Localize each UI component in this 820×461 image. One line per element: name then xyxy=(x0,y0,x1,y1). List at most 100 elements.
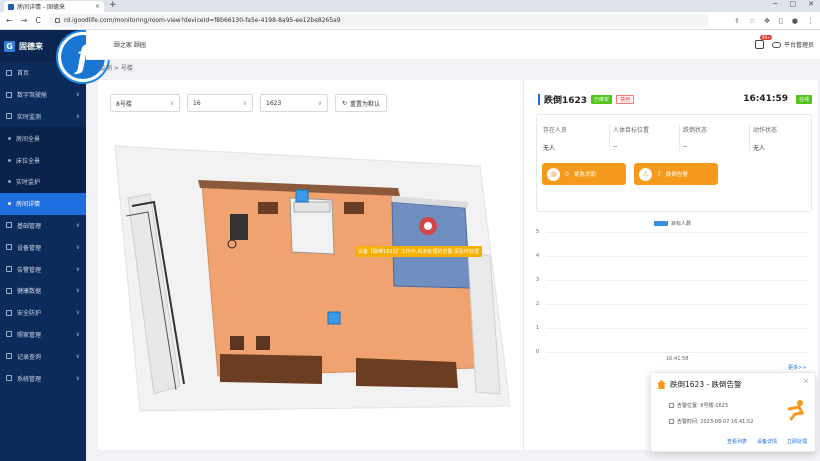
notification-icon[interactable]: 99+ xyxy=(754,35,773,49)
sidebar-item-6[interactable]: 房间详情 xyxy=(0,192,86,215)
sidebar-item-7[interactable]: 基础管理 ∨ xyxy=(0,215,86,237)
sidebar-item-11[interactable]: 安全防护 ∨ xyxy=(0,302,86,324)
more-link[interactable]: 更多>> xyxy=(788,364,806,371)
room-3d-map[interactable]: 设备【跌倒1623】工作中,有未处理的告警,请及时处理 xyxy=(110,136,515,416)
sidebar-item-13[interactable]: 记录查询 ∨ xyxy=(0,345,86,367)
home-icon xyxy=(657,380,666,389)
sidepanel-icon[interactable]: ▯ xyxy=(779,17,783,25)
popup-actions: 查看列表 设备详情 立即处理 xyxy=(727,438,807,445)
room-status-header: 跌倒1623 已绑定 禁用 16:41:59 在线 xyxy=(538,92,812,106)
user-menu[interactable]: 平台管理员 xyxy=(771,40,814,49)
extensions-icon[interactable]: ✥ xyxy=(764,17,770,25)
emergency-icon: ◍ xyxy=(547,167,560,181)
tab-close-icon[interactable]: × xyxy=(95,3,100,10)
y-tick-label: 2 xyxy=(536,301,540,307)
target-count-chart: 目标人数 5 4 3 2 1 0 16:41:58 更多>> xyxy=(536,220,812,371)
tenant-selector[interactable]: 颐之家 颐园 xyxy=(114,40,146,49)
status-header: 动作状态 xyxy=(753,127,778,134)
y-tick-label: 3 xyxy=(536,277,540,283)
emergency-label: 紧急求助 xyxy=(573,172,596,178)
alarm-location: 告警位置: 8号楼-1623 xyxy=(669,402,728,409)
alarm-time-text: 告警时间: 2023-08-07 16:41:52 xyxy=(677,419,754,425)
reload-icon[interactable]: C xyxy=(35,16,41,25)
sidebar-item-label: 实时监测 xyxy=(17,113,42,121)
sidebar-item-label: 系统管理 xyxy=(17,375,42,383)
x-tick-label: 16:41:58 xyxy=(666,356,689,362)
emergency-count: 0 xyxy=(565,170,569,178)
y-gridline xyxy=(546,232,808,233)
y-tick-label: 4 xyxy=(536,253,540,259)
fall-icon: ⚠ xyxy=(639,167,652,181)
menu-icon xyxy=(6,331,12,338)
status-header: 跌倒状态 xyxy=(683,127,708,134)
chevron-icon: ∧ xyxy=(75,112,80,120)
y-gridline xyxy=(546,352,808,353)
browser-tabbar: 房间详情 - 固德来 × + ─ □ ✕ xyxy=(0,0,820,12)
location-icon xyxy=(669,403,674,408)
sidebar-menu: 首页 数字驾驶舱 ∨ 实时监测 ∧ 房间全景 床位全景 实时监护 房间详情 基础管理 ∨ 设备管理 ∨ 告… xyxy=(0,62,86,389)
sidebar-item-label: 基础管理 xyxy=(17,222,42,230)
building-select-value: 8号楼 xyxy=(116,100,132,108)
breadcrumb: 监测 > 号楼 xyxy=(100,65,133,72)
sensor-cube[interactable] xyxy=(327,311,341,325)
emergency-help-button[interactable]: ◍ 0 紧急求助 xyxy=(542,163,626,185)
profile-icon[interactable]: ● xyxy=(792,17,798,25)
bullet-icon xyxy=(8,158,11,162)
user-name: 平台管理员 xyxy=(783,42,814,49)
cabinet-left xyxy=(220,354,322,384)
reset-default-label: 重置为默认 xyxy=(350,100,381,108)
sidebar-item-10[interactable]: 健康数据 ∨ xyxy=(0,280,86,302)
sidebar-item-14[interactable]: 系统管理 ∨ xyxy=(0,367,86,389)
sidebar-item-12[interactable]: 照家管理 ∨ xyxy=(0,324,86,346)
y-tick-label: 1 xyxy=(536,325,540,331)
room-title: 跌倒1623 xyxy=(544,95,588,106)
room-select[interactable]: 1623 ∨ xyxy=(260,94,328,112)
sidebar-item-label: 记录查询 xyxy=(17,353,42,361)
menu-icon[interactable]: ⋮ xyxy=(807,17,814,25)
window-close-icon[interactable]: ✕ xyxy=(808,0,814,8)
sensor-cube[interactable] xyxy=(295,189,309,203)
status-value: 无人 xyxy=(753,145,766,152)
sidebar-item-label: 安全防护 xyxy=(17,310,42,318)
floor-select[interactable]: 16 ∨ xyxy=(187,94,253,112)
sidebar-item-5[interactable]: 实时监护 xyxy=(0,170,86,193)
building-select[interactable]: 8号楼 ∨ xyxy=(110,94,180,112)
fall-alarm-button[interactable]: ⚠ 7 跌倒告警 xyxy=(634,163,718,185)
star-icon[interactable]: ☆ xyxy=(749,17,755,25)
maximize-icon[interactable]: □ xyxy=(790,0,797,8)
chevron-down-icon: ∨ xyxy=(317,99,322,107)
minimize-icon[interactable]: ─ xyxy=(773,0,777,8)
forward-icon[interactable]: → xyxy=(21,16,28,25)
chevron-icon: ∨ xyxy=(75,330,80,338)
popup-title: 跌倒1623 - 跌倒告警 xyxy=(670,380,742,389)
sidebar-item-2[interactable]: 实时监测 ∧ xyxy=(0,106,86,128)
sidebar-item-1[interactable]: 数字驾驶舱 ∨ xyxy=(0,84,86,106)
handle-now-link[interactable]: 立即处理 xyxy=(787,438,807,445)
popup-header: 跌倒1623 - 跌倒告警 xyxy=(657,379,742,390)
share-icon[interactable]: ⇪ xyxy=(734,17,740,25)
url-input[interactable]: rd.igoodlife.com/monitoring/room-view?de… xyxy=(49,14,709,27)
menu-icon xyxy=(6,69,12,76)
sidebar-item-9[interactable]: 告警管理 ∨ xyxy=(0,258,86,280)
reset-default-button[interactable]: ↻ 重置为默认 xyxy=(335,94,388,112)
sidebar-item-4[interactable]: 床位全景 xyxy=(0,149,86,171)
back-icon[interactable]: ← xyxy=(6,16,13,25)
header-right: 99+ 平台管理员 xyxy=(754,35,814,49)
disabled-tag: 禁用 xyxy=(616,94,635,104)
clock-icon xyxy=(669,419,674,424)
cabinet-right xyxy=(356,358,458,388)
brand-name: 固德来 xyxy=(19,41,43,51)
chair xyxy=(230,336,244,350)
legend-swatch xyxy=(654,221,668,226)
cloud-icon xyxy=(771,41,781,48)
new-tab-button[interactable]: + xyxy=(109,0,117,10)
sidebar-item-8[interactable]: 设备管理 ∨ xyxy=(0,236,86,258)
current-time: 16:41:59 xyxy=(743,94,788,104)
view-list-link[interactable]: 查看列表 xyxy=(727,438,747,445)
sidebar-item-3[interactable]: 房间全景 xyxy=(0,127,86,150)
browser-tab[interactable]: 房间详情 - 固德来 × xyxy=(4,1,104,12)
sidebar-item-label: 数字驾驶舱 xyxy=(17,92,48,100)
nightstand xyxy=(258,202,278,214)
device-detail-link[interactable]: 设备详情 xyxy=(757,438,777,445)
popup-close-icon[interactable]: × xyxy=(803,377,809,385)
